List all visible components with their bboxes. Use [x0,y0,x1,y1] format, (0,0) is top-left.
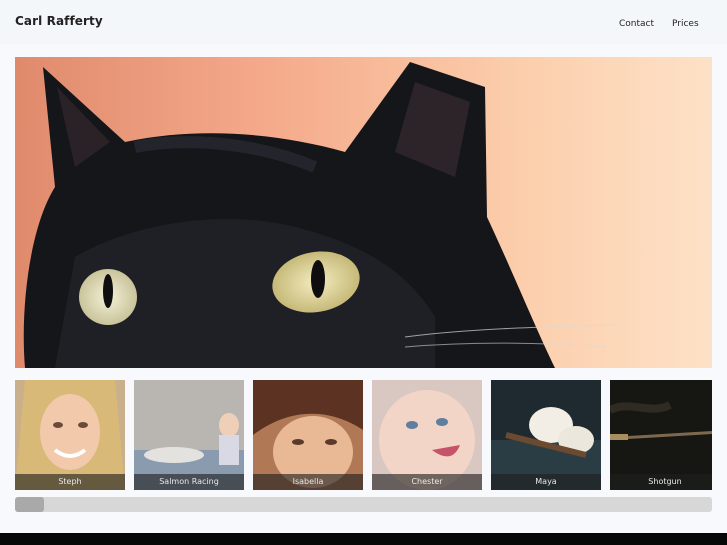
site-header: Carl Rafferty Contact Prices [0,0,727,44]
gallery-caption: Chester [372,474,482,490]
bottom-bar [0,533,727,545]
site-brand[interactable]: Carl Rafferty [15,14,103,28]
hero-cat-photo [15,57,712,368]
nav-prices-link[interactable]: Prices [672,19,699,29]
gallery-caption: Maya [491,474,601,490]
gallery-item-salmon-racing[interactable]: Salmon Racing [134,380,244,490]
gallery-item-isabella[interactable]: Isabella [253,380,363,490]
gallery-strip[interactable]: Steph Salmon Racing Isabella Chester May… [15,380,712,490]
hero-image [15,57,712,368]
nav-contact-link[interactable]: Contact [619,19,654,29]
gallery-caption: Shotgun [610,474,712,490]
gallery-item-steph[interactable]: Steph [15,380,125,490]
gallery-item-shotgun[interactable]: Shotgun [610,380,712,490]
gallery-item-chester[interactable]: Chester [372,380,482,490]
gallery-caption: Steph [15,474,125,490]
gallery-item-maya[interactable]: Maya [491,380,601,490]
gallery-scrollbar[interactable] [15,497,712,512]
gallery-caption: Isabella [253,474,363,490]
gallery-caption: Salmon Racing [134,474,244,490]
gallery-scrollbar-thumb[interactable] [15,497,44,512]
